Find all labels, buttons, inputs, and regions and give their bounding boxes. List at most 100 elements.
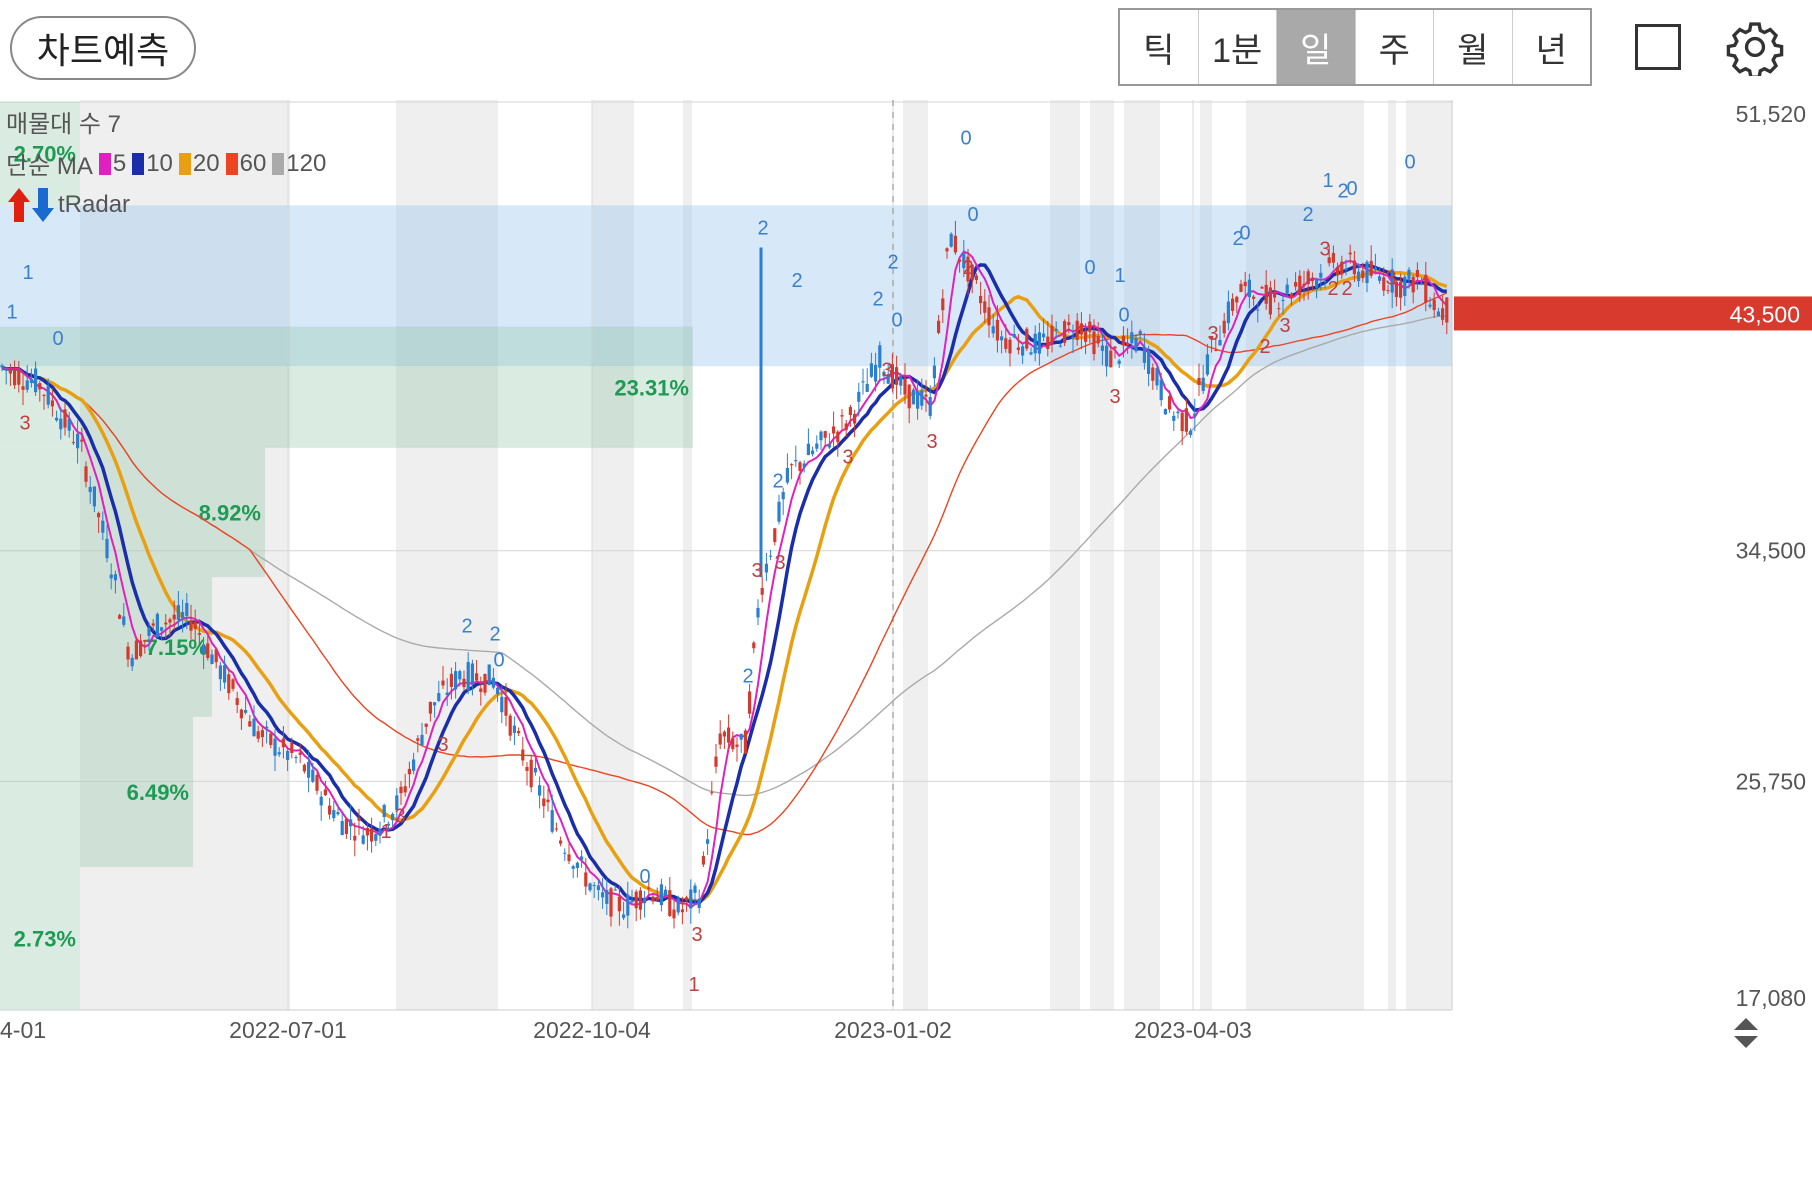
candle (995, 319, 999, 341)
candle (143, 639, 147, 642)
candle (1260, 287, 1264, 289)
candle (731, 738, 735, 750)
candle (1420, 283, 1424, 285)
candle (546, 799, 550, 803)
candle (273, 738, 277, 756)
candle (853, 414, 857, 424)
price-chart[interactable]: 2.70%23.31%8.92%7.15%6.49%2.73% 11032223… (0, 100, 1812, 1200)
candle (500, 696, 504, 713)
candle (1021, 346, 1025, 356)
candle (1105, 345, 1109, 367)
candle (160, 627, 164, 631)
candle (769, 555, 773, 557)
candle (286, 750, 290, 760)
candle (874, 364, 878, 382)
candle (727, 727, 731, 743)
price-tick-label: 17,080 (1736, 985, 1806, 1011)
candle (1084, 330, 1088, 342)
price-tick-label: 25,750 (1736, 768, 1806, 794)
tab-tick[interactable]: 틱 (1120, 10, 1199, 84)
candle (80, 439, 84, 442)
candle (1214, 349, 1218, 351)
volume-profile-label: 7.15% (146, 635, 208, 660)
candle (1008, 339, 1012, 354)
radar-marker: 2 (489, 623, 500, 645)
candle (525, 766, 529, 771)
candle (836, 431, 840, 443)
candle (101, 520, 105, 533)
square-icon[interactable] (1635, 24, 1681, 70)
candle (1344, 268, 1348, 270)
candle (823, 431, 827, 438)
candle (1239, 283, 1243, 292)
tab-day[interactable]: 일 (1277, 10, 1356, 84)
candle (1004, 338, 1008, 349)
candle (672, 909, 676, 919)
candle (1310, 278, 1314, 282)
tab-year[interactable]: 년 (1513, 10, 1591, 84)
candle (454, 671, 458, 690)
candle (920, 390, 924, 406)
radar-marker: 2 (772, 470, 783, 492)
chart-predict-button[interactable]: 차트예측 (10, 16, 196, 80)
candle (958, 259, 962, 262)
candle (517, 731, 521, 734)
tab-week[interactable]: 주 (1356, 10, 1434, 84)
candle (1231, 298, 1235, 311)
candle (1285, 284, 1289, 294)
radar-marker: 3 (1207, 323, 1218, 345)
candle (1100, 345, 1104, 351)
candle (1252, 296, 1256, 299)
radar-marker: 2 (1232, 228, 1243, 250)
candle (1247, 279, 1251, 298)
candle (1424, 274, 1428, 303)
candle (176, 605, 180, 620)
tab-1min[interactable]: 1분 (1199, 10, 1277, 84)
candle (865, 383, 869, 392)
candle (932, 365, 936, 379)
candle (1050, 325, 1054, 344)
candle (416, 738, 420, 741)
price-tick-label: 51,520 (1736, 101, 1806, 127)
candle (466, 662, 470, 691)
ma120-label: 120 (286, 149, 327, 177)
candle (76, 433, 80, 449)
radar-marker: 1 (380, 821, 391, 843)
tab-month[interactable]: 월 (1434, 10, 1513, 84)
candle (214, 649, 218, 663)
candle (832, 426, 836, 434)
radar-marker: 0 (639, 866, 650, 888)
candle (349, 819, 353, 827)
candle (857, 391, 861, 402)
radar-marker: 3 (1385, 267, 1396, 289)
candle (260, 730, 264, 738)
candle (1172, 415, 1176, 421)
radar-marker: 3 (1109, 386, 1120, 408)
candle (1445, 297, 1449, 323)
candle (248, 721, 252, 727)
candle (109, 574, 113, 579)
candle (269, 733, 273, 745)
candle (344, 818, 348, 835)
candle (17, 369, 21, 385)
candle (92, 486, 96, 507)
radar-marker: 2 (791, 270, 802, 292)
radar-marker: 3 (691, 924, 702, 946)
gear-icon[interactable] (1726, 18, 1784, 76)
candle (848, 407, 852, 415)
candle (987, 307, 991, 326)
candle (538, 785, 542, 796)
candle (1361, 270, 1365, 279)
candle (382, 805, 386, 818)
radar-marker: 3 (926, 431, 937, 453)
candle (1079, 323, 1083, 335)
candle (4, 368, 8, 371)
candle (819, 431, 823, 441)
candle (1399, 281, 1403, 298)
candle (1058, 345, 1062, 347)
candle (1403, 276, 1407, 297)
candle (227, 674, 231, 694)
candle (1147, 350, 1151, 375)
candle (231, 679, 235, 689)
candle (1365, 261, 1369, 284)
